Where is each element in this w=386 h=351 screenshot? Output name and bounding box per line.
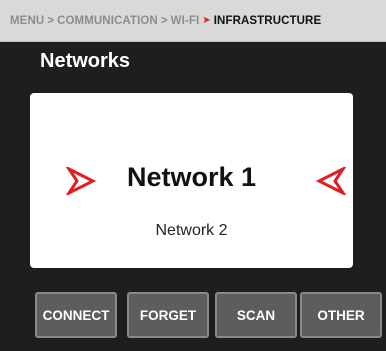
page-title: Networks <box>40 50 131 72</box>
breadcrumb-separator: > <box>47 14 55 27</box>
breadcrumb-item-menu[interactable]: MENU <box>10 15 44 27</box>
breadcrumb-item-communication[interactable]: COMMUNICATION <box>57 15 158 27</box>
breadcrumb-current-arrow-icon: ➤ <box>202 15 211 26</box>
breadcrumb-current: INFRASTRUCTURE <box>213 14 322 27</box>
next-network-arrow-icon[interactable] <box>316 167 346 195</box>
scan-button[interactable]: SCAN <box>215 292 297 338</box>
next-network[interactable]: Network 2 <box>30 222 353 240</box>
forget-button[interactable]: FORGET <box>127 292 209 338</box>
connect-button[interactable]: CONNECT <box>35 292 117 338</box>
breadcrumb-separator: > <box>160 14 168 27</box>
breadcrumb: MENU > COMMUNICATION > WI-FI ➤ INFRASTRU… <box>0 0 386 42</box>
network-picker[interactable]: Network 1 Network 2 <box>30 93 353 268</box>
other-button[interactable]: OTHER <box>300 292 382 338</box>
action-bar: CONNECT FORGET SCAN OTHER <box>0 292 386 342</box>
breadcrumb-item-wifi[interactable]: WI-FI <box>171 15 200 27</box>
selected-network[interactable]: Network 1 <box>30 162 353 193</box>
